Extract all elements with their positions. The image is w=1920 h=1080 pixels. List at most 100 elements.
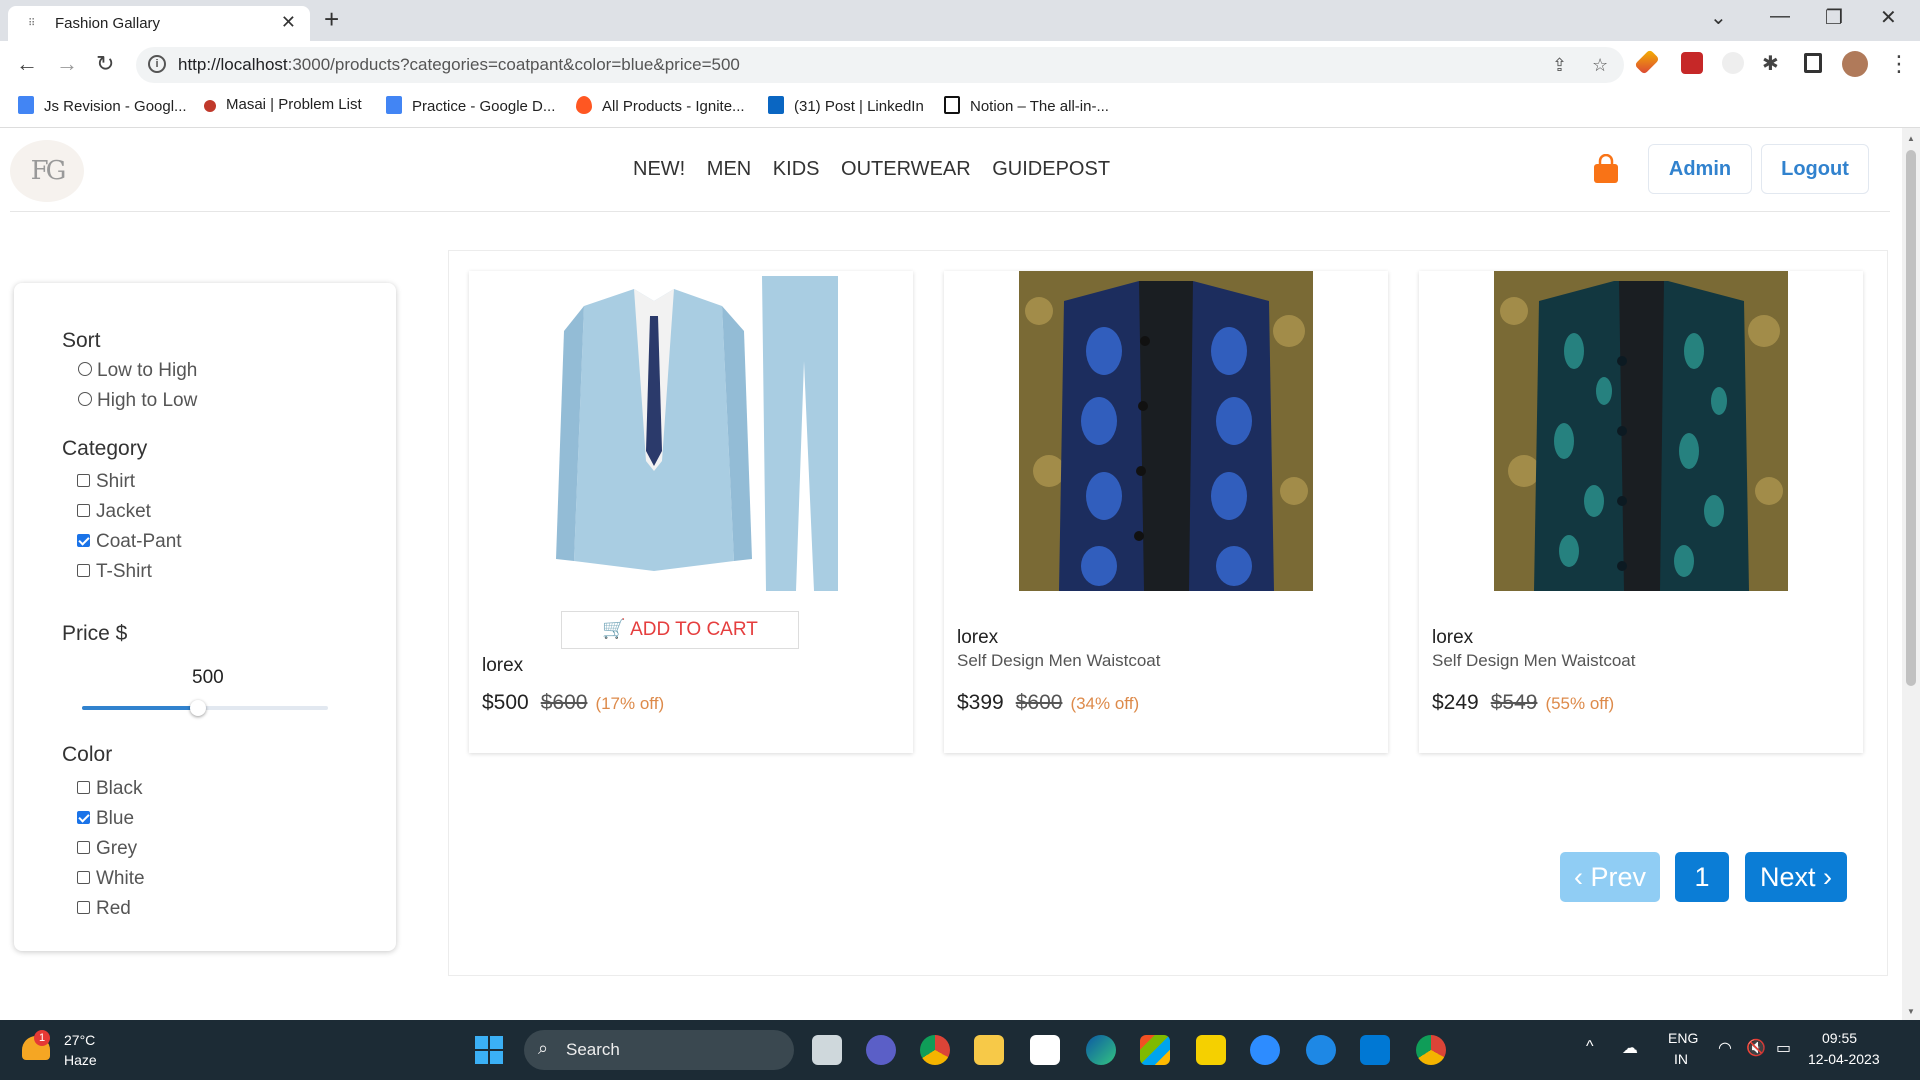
site-logo[interactable]: FG [10, 140, 84, 202]
checkbox-icon[interactable] [77, 564, 90, 577]
vscode-icon[interactable] [1360, 1035, 1390, 1065]
slider-thumb[interactable] [189, 700, 206, 716]
color-grey[interactable]: Grey [77, 838, 137, 860]
minimize-icon[interactable]: — [1770, 5, 1790, 28]
taskbar-search[interactable]: ⌕ Search [524, 1030, 794, 1070]
bookmark-item[interactable]: Notion – The all-in-... [944, 96, 1109, 115]
color-white[interactable]: White [77, 868, 145, 890]
help-icon[interactable] [1306, 1035, 1336, 1065]
color-blue[interactable]: Blue [77, 808, 134, 830]
menu-item-men[interactable]: MEN [707, 158, 751, 180]
scroll-up-icon[interactable]: ▲ [1907, 134, 1915, 143]
checkbox-icon[interactable] [77, 841, 90, 854]
edge-icon[interactable] [1086, 1035, 1116, 1065]
color-black[interactable]: Black [77, 778, 142, 800]
weather-temp[interactable]: 27°C [64, 1032, 95, 1048]
checkbox-icon[interactable] [77, 901, 90, 914]
product-card[interactable]: lorex Self Design Men Waistcoat $399 $600… [944, 271, 1388, 753]
teams-chat-icon[interactable] [866, 1035, 896, 1065]
category-shirt[interactable]: Shirt [77, 471, 135, 493]
tray-chevron-icon[interactable]: ^ [1586, 1038, 1594, 1056]
clock-date[interactable]: 12-04-2023 [1808, 1051, 1880, 1067]
url-text[interactable]: http://localhost:3000/products?categorie… [178, 55, 740, 75]
back-icon[interactable]: ← [16, 51, 38, 77]
sort-high-to-low[interactable]: High to Low [78, 390, 197, 412]
menu-item-new[interactable]: NEW! [633, 158, 685, 180]
extensions-puzzle-icon[interactable]: ✱ [1762, 51, 1779, 76]
product-card[interactable]: lorex Self Design Men Waistcoat $249 $549… [1419, 271, 1863, 753]
page-scrollbar[interactable]: ▲ ▼ [1902, 128, 1920, 1020]
scrollbar-thumb[interactable] [1906, 150, 1916, 686]
checkbox-icon[interactable] [77, 504, 90, 517]
address-bar[interactable]: i http://localhost:3000/products?categor… [136, 47, 1624, 83]
share-icon[interactable]: ⇪ [1552, 55, 1567, 76]
price-slider[interactable] [82, 700, 328, 716]
extension-pen-icon[interactable] [1634, 49, 1660, 75]
region-indicator[interactable]: IN [1674, 1051, 1688, 1067]
checkbox-checked-icon[interactable] [77, 534, 90, 547]
next-page-button[interactable]: Next › [1745, 852, 1847, 902]
battery-icon[interactable]: ▭ [1776, 1038, 1791, 1058]
browser-tab[interactable]: ⠿ Fashion Gallary ✕ [8, 6, 310, 41]
language-indicator[interactable]: ENG [1668, 1030, 1698, 1046]
postman-like-icon[interactable] [1196, 1035, 1226, 1065]
mongodb-compass-icon[interactable] [1030, 1035, 1060, 1065]
bookmark-item[interactable]: Practice - Google D... [386, 96, 555, 115]
tab-close-icon[interactable]: ✕ [281, 12, 296, 33]
scroll-down-icon[interactable]: ▼ [1907, 1007, 1915, 1016]
restore-icon[interactable]: ❐ [1825, 5, 1843, 30]
chrome-active-icon[interactable] [1416, 1035, 1446, 1065]
extension-red-icon[interactable] [1681, 52, 1703, 74]
wifi-icon[interactable]: ◠ [1718, 1038, 1732, 1058]
radio-icon[interactable] [78, 392, 92, 406]
bookmark-item[interactable]: Js Revision - Googl... [18, 96, 187, 115]
side-panel-icon[interactable] [1804, 53, 1822, 73]
checkbox-checked-icon[interactable] [77, 811, 90, 824]
menu-item-guidepost[interactable]: GUIDEPOST [992, 158, 1110, 180]
windows-start-icon[interactable] [474, 1035, 504, 1065]
onedrive-icon[interactable]: ☁ [1622, 1038, 1638, 1058]
product-card[interactable]: 🛒 ADD TO CART lorex $500 $600 (17% off) [469, 271, 913, 753]
admin-button[interactable]: Admin [1648, 144, 1752, 194]
product-image-blue-waistcoat[interactable] [1019, 271, 1313, 591]
profile-avatar-icon[interactable] [1842, 51, 1868, 77]
bookmark-item[interactable]: All Products - Ignite... [576, 96, 745, 115]
chrome-icon[interactable] [920, 1035, 950, 1065]
checkbox-icon[interactable] [77, 474, 90, 487]
extension-face-icon[interactable] [1722, 52, 1744, 74]
task-view-icon[interactable] [812, 1035, 842, 1065]
weather-desc[interactable]: Haze [64, 1052, 97, 1068]
window-close-icon[interactable]: ✕ [1880, 5, 1897, 30]
menu-item-kids[interactable]: KIDS [773, 158, 820, 180]
bookmark-star-icon[interactable]: ☆ [1592, 55, 1608, 76]
product-image-light-blue-suit[interactable] [544, 271, 838, 591]
clock-time[interactable]: 09:55 [1822, 1030, 1857, 1046]
new-tab-icon[interactable]: + [324, 4, 339, 35]
category-jacket[interactable]: Jacket [77, 501, 151, 523]
prev-page-button[interactable]: ‹ Prev [1560, 852, 1660, 902]
shopping-bag-icon[interactable] [1592, 154, 1620, 184]
forward-icon[interactable]: → [56, 51, 78, 77]
color-red[interactable]: Red [77, 898, 131, 920]
speaker-muted-icon[interactable]: 🔇 [1746, 1038, 1766, 1058]
logout-button[interactable]: Logout [1761, 144, 1869, 194]
file-explorer-icon[interactable] [974, 1035, 1004, 1065]
site-info-icon[interactable]: i [148, 55, 166, 73]
microsoft-store-icon[interactable] [1140, 1035, 1170, 1065]
bookmark-item[interactable]: Masai | Problem List [204, 96, 362, 113]
category-coat-pant[interactable]: Coat-Pant [77, 531, 182, 553]
menu-item-outerwear[interactable]: OUTERWEAR [841, 158, 971, 180]
page-1-button[interactable]: 1 [1675, 852, 1729, 902]
add-to-cart-button[interactable]: 🛒 ADD TO CART [561, 611, 799, 649]
radio-icon[interactable] [78, 362, 92, 376]
zoom-icon[interactable] [1250, 1035, 1280, 1065]
checkbox-icon[interactable] [77, 781, 90, 794]
category-t-shirt[interactable]: T-Shirt [77, 561, 152, 583]
product-image-teal-waistcoat[interactable] [1494, 271, 1788, 591]
sort-low-to-high[interactable]: Low to High [78, 360, 197, 382]
tab-search-chevron-icon[interactable]: ⌄ [1710, 5, 1727, 30]
chrome-menu-icon[interactable]: ⋮ [1888, 51, 1910, 77]
bookmark-item[interactable]: (31) Post | LinkedIn [768, 96, 924, 115]
checkbox-icon[interactable] [77, 871, 90, 884]
reload-icon[interactable]: ↻ [96, 51, 114, 77]
